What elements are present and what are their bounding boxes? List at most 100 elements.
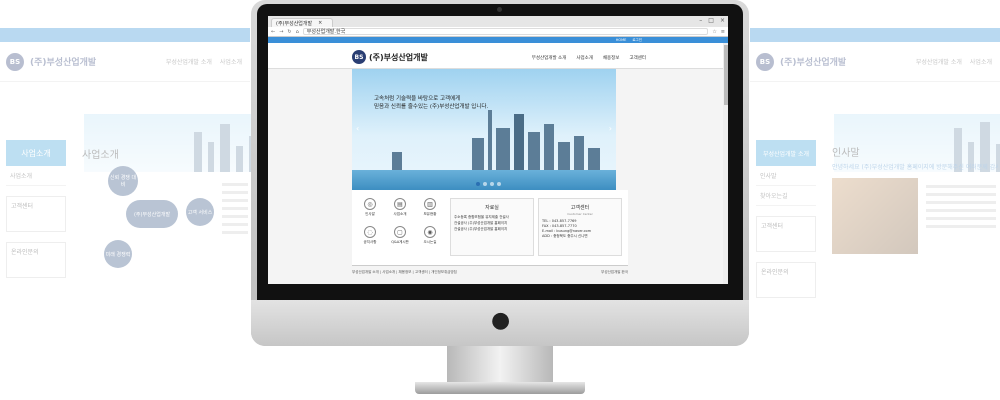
contact-row: E-mail : busung@naver.com (542, 229, 592, 233)
quick-link-label: 보유현황 (423, 212, 437, 216)
bg-excavator-photo (832, 178, 918, 254)
hero-copy: 고속처럼 기술력을 바탕으로 고객에게 믿음과 신뢰를 줄수있는 (주)부성산업… (374, 95, 488, 111)
data-room-panel[interactable]: 자료실 주소등록 종합보험을 유지제출 건설사 건설공사 (주)부성산업개발 홈… (450, 198, 534, 256)
bg-sidebar: 사업소개 사업소개 고객센터 온라인문의 (6, 140, 66, 278)
bg-side-title: 사업소개 (6, 140, 66, 166)
tab-bar: (주)부성산업개발 × – □ × (268, 16, 728, 27)
bg-menu: 부성산업개발 소개 사업소개 (916, 57, 992, 66)
bg-circle: 고객 서비스 (186, 198, 214, 226)
bg-text-lines (222, 178, 248, 239)
hero-water (352, 170, 616, 190)
quick-link-label: 사업소개 (393, 212, 407, 216)
slide-dot[interactable] (483, 182, 487, 186)
bg-text-lines (926, 180, 996, 233)
quick-link[interactable]: ▥ 보유현황 (416, 198, 444, 224)
panel-line[interactable]: 주소등록 종합보험을 유지제출 건설사 (454, 215, 530, 220)
bg-topbar (0, 28, 250, 42)
url-input[interactable]: 부성산업개발.한국 (302, 28, 709, 35)
bg-main-title: 인사말 (832, 148, 860, 159)
next-slide-icon[interactable]: › (609, 124, 612, 133)
quick-link-label: 오시는길 (423, 240, 437, 244)
qa-icon: ▢ (394, 226, 406, 238)
panel-line[interactable]: 건설공사 (주)부성산업개발 홈페이지 (454, 221, 530, 226)
monitor-stand-neck (447, 346, 553, 382)
website: HOME 로그인 BS (주)부성산업개발 부성산업개발 소개 사업소개 채용정… (268, 37, 728, 284)
quick-link[interactable]: ▤ 사업소개 (386, 198, 414, 224)
bg-circle: (주)부성산업개발 (126, 200, 178, 228)
panel-title: 자료실 (485, 205, 499, 211)
site-header: BS (주)부성산업개발 부성산업개발 소개 사업소개 채용정보 고객센터 (268, 43, 728, 69)
stage: BS (주)부성산업개발 부성산업개발 소개 사업소개 사업소개 사업소개 고객… (0, 0, 1000, 400)
hero-copy-line: 믿음과 신뢰를 줄수있는 (주)부성산업개발 입니다. (374, 104, 489, 110)
browser-tab[interactable]: (주)부성산업개발 × (271, 18, 333, 27)
footer-domain: 부성산업개발.한국 (601, 270, 628, 274)
slide-dot[interactable] (476, 182, 480, 186)
contact-row: TEL : 043-857-7769 (542, 219, 577, 223)
menu-icon[interactable]: ≡ (721, 29, 725, 35)
login-link[interactable]: 로그인 (632, 38, 642, 43)
bg-header: BS (주)부성산업개발 부성산업개발 소개 사업소개 (750, 42, 1000, 82)
chat-icon: ◌ (364, 226, 376, 238)
target-icon: ◉ (424, 226, 436, 238)
slide-dot[interactable] (497, 182, 501, 186)
bg-main-title: 사업소개 (82, 150, 119, 161)
background-page-left: BS (주)부성산업개발 부성산업개발 소개 사업소개 사업소개 사업소개 고객… (0, 28, 348, 328)
scrollbar-thumb[interactable] (723, 45, 728, 105)
forward-icon[interactable]: → (279, 29, 283, 35)
quick-link-label: 인사말 (365, 212, 375, 216)
bg-menu: 부성산업개발 소개 사업소개 (166, 57, 242, 66)
window-controls: – □ × (699, 17, 725, 24)
bg-company-name: (주)부성산업개발 (780, 58, 847, 68)
nav-careers[interactable]: 채용정보 (603, 55, 620, 61)
bg-circle: 신뢰 경쟁 대비 (108, 166, 138, 196)
panel-line[interactable]: 건설공사 (주)부성산업개발 홈페이지 (454, 227, 530, 232)
home-link[interactable]: HOME (616, 38, 627, 42)
close-tab-icon[interactable]: × (318, 20, 322, 26)
site-logo[interactable]: BS (주)부성산업개발 (352, 50, 428, 64)
bg-greeting: 안녕하세요 (주)부성산업개발 홈페이지에 방문해주신 여러분께 감사 (832, 164, 998, 171)
reload-icon[interactable]: ↻ (287, 29, 291, 35)
company-name: (주)부성산업개발 (369, 52, 428, 62)
bg-side-item: 사업소개 (6, 166, 66, 186)
quick-link[interactable]: ◉ 오시는길 (416, 226, 444, 252)
star-icon[interactable]: ☆ (712, 29, 716, 35)
site-footer: 부성산업개발 소개 | 사업소개 | 채용정보 | 고객센터 | 개인정보취급방… (352, 265, 628, 279)
quick-link[interactable]: ◌ 공지사항 (356, 226, 384, 252)
back-icon[interactable]: ← (271, 29, 275, 35)
home-icon[interactable]: ⌂ (296, 29, 299, 35)
bg-sidebar: 부성산업개발 소개 인사말 찾아오는길 고객센터 온라인문의 (756, 140, 816, 298)
bg-company-name: (주)부성산업개발 (30, 58, 97, 68)
prev-slide-icon[interactable]: ‹ (356, 124, 359, 133)
document-icon: ▤ (394, 198, 406, 210)
monitor-stand-foot (415, 382, 585, 394)
nav-business[interactable]: 사업소개 (576, 55, 593, 61)
panel-title: 고객센터 (570, 205, 590, 211)
nav-support[interactable]: 고객센터 (629, 55, 646, 61)
bg-menu-item: 부성산업개발 소개 (915, 59, 962, 66)
close-window-button[interactable]: × (720, 17, 725, 24)
background-page-right: BS (주)부성산업개발 부성산업개발 소개 사업소개 부성산업개발 소개 인사… (750, 28, 1000, 328)
minimize-button[interactable]: – (699, 17, 702, 24)
quick-links: ◎ 인사말 ▤ 사업소개 ▥ 보유현황 ◌ 공지사항 ▢ Q&A게시판 ◉ 오시는길 (356, 198, 444, 252)
quick-link[interactable]: ▢ Q&A게시판 (386, 226, 414, 252)
globe-icon: ◎ (364, 198, 376, 210)
nav-about[interactable]: 부성산업개발 소개 (532, 55, 567, 61)
bg-logo-icon: BS (6, 52, 24, 71)
bg-menu-item: 사업소개 (969, 59, 992, 66)
tab-title: (주)부성산업개발 (276, 20, 313, 27)
footer-links[interactable]: 부성산업개발 소개 | 사업소개 | 채용정보 | 고객센터 | 개인정보취급방… (352, 270, 457, 275)
quick-link-label: Q&A게시판 (391, 240, 409, 244)
bg-box-customer: 고객센터 (6, 196, 66, 232)
bg-menu-item: 부성산업개발 소개 (165, 59, 212, 66)
panel-subtitle: Customer Center (567, 212, 593, 216)
chart-icon: ▥ (424, 198, 436, 210)
bg-side-item: 인사말 (756, 166, 816, 186)
apple-logo-icon: ● (491, 308, 511, 333)
bg-side-item: 찾아오는길 (756, 186, 816, 206)
scrollbar[interactable] (723, 43, 728, 284)
quick-link[interactable]: ◎ 인사말 (356, 198, 384, 224)
slide-dot[interactable] (490, 182, 494, 186)
contact-row: ADD : 충청북도 충주시 신니면 (542, 234, 588, 238)
quick-link-label: 공지사항 (363, 240, 377, 244)
maximize-button[interactable]: □ (708, 17, 714, 24)
